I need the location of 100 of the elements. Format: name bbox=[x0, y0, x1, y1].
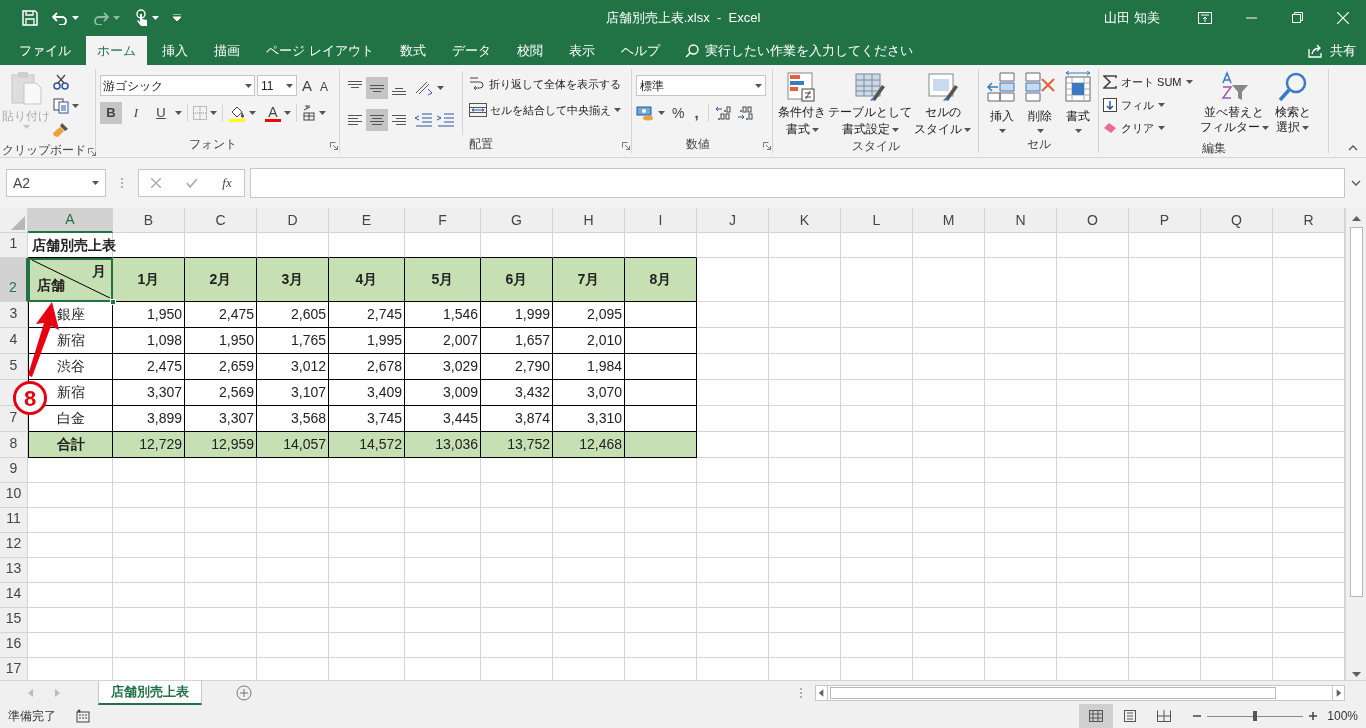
scroll-right-icon[interactable] bbox=[1332, 685, 1344, 700]
caret-icon[interactable] bbox=[1158, 126, 1165, 130]
column-header[interactable]: A bbox=[28, 208, 113, 233]
sheet-tab[interactable]: 店舗別売上表 bbox=[98, 680, 202, 705]
caret-icon[interactable] bbox=[245, 83, 252, 88]
caret-icon[interactable] bbox=[811, 127, 819, 132]
fill-handle[interactable] bbox=[110, 299, 116, 305]
style-button[interactable]: セルの スタイル bbox=[913, 71, 972, 137]
caret-icon[interactable] bbox=[1261, 125, 1269, 130]
slider-thumb[interactable] bbox=[1253, 711, 1258, 721]
format-toggle-button[interactable]: I bbox=[125, 102, 147, 124]
add-sheet-icon[interactable] bbox=[236, 684, 252, 701]
column-header[interactable]: P bbox=[1129, 208, 1201, 233]
ribbon-tab[interactable]: 校閲 bbox=[505, 36, 554, 65]
format-toggle-button[interactable]: U bbox=[150, 102, 172, 124]
copy-icon[interactable] bbox=[53, 98, 69, 114]
column-header[interactable]: J bbox=[697, 208, 769, 233]
caret-icon[interactable] bbox=[658, 111, 665, 116]
caret-icon[interactable] bbox=[286, 83, 293, 88]
caret-icon[interactable] bbox=[152, 15, 159, 20]
increase-indent-icon[interactable] bbox=[436, 113, 454, 127]
column-header[interactable]: Q bbox=[1201, 208, 1273, 233]
undo-icon[interactable] bbox=[52, 10, 68, 25]
scroll-left-icon[interactable] bbox=[816, 685, 828, 700]
horizontal-scrollbar[interactable] bbox=[815, 684, 1345, 701]
font-size-field[interactable]: 11 bbox=[257, 75, 297, 96]
caret-icon[interactable] bbox=[437, 86, 444, 90]
caret-icon[interactable] bbox=[72, 104, 79, 108]
expand-formula-icon[interactable] bbox=[1350, 180, 1361, 186]
grip-icon[interactable] bbox=[799, 686, 803, 699]
format-toggle-button[interactable]: B bbox=[100, 102, 122, 124]
row-header[interactable]: 11 bbox=[0, 508, 28, 533]
close-icon[interactable] bbox=[1337, 11, 1349, 24]
ribbon-display-icon[interactable] bbox=[1198, 11, 1212, 24]
vertical-scrollbar[interactable] bbox=[1345, 208, 1366, 680]
column-header[interactable]: F bbox=[405, 208, 481, 233]
phonetic-guide-icon[interactable] bbox=[302, 105, 316, 121]
view-button[interactable] bbox=[1079, 704, 1114, 728]
shrink-font-button[interactable]: A bbox=[317, 75, 332, 96]
caret-icon[interactable] bbox=[1074, 129, 1082, 133]
ribbon-tab[interactable]: ヘルプ bbox=[609, 36, 671, 65]
column-header[interactable]: G bbox=[481, 208, 553, 233]
column-header[interactable]: O bbox=[1057, 208, 1129, 233]
align-button[interactable] bbox=[366, 77, 388, 99]
caret-icon[interactable] bbox=[614, 108, 621, 112]
cut-icon[interactable] bbox=[53, 74, 69, 90]
caret-icon[interactable] bbox=[1302, 125, 1309, 130]
row-header[interactable]: 3 bbox=[0, 302, 28, 328]
ribbon-tab[interactable]: データ bbox=[440, 36, 502, 65]
tell-me-field[interactable]: 実行したい作業を入力してください bbox=[704, 40, 913, 61]
caret-icon[interactable] bbox=[210, 111, 217, 115]
cell-command-button[interactable]: 挿入 bbox=[983, 71, 1021, 135]
row-header[interactable]: 8 bbox=[0, 432, 28, 458]
row-header[interactable]: 12 bbox=[0, 533, 28, 558]
column-header[interactable]: B bbox=[113, 208, 185, 233]
zoom-level-text[interactable]: 100% bbox=[1327, 707, 1358, 725]
row-header[interactable]: 15 bbox=[0, 608, 28, 633]
column-header[interactable]: N bbox=[985, 208, 1057, 233]
caret-icon[interactable] bbox=[319, 111, 326, 115]
zoom-slider[interactable] bbox=[1207, 711, 1304, 721]
caret-icon[interactable] bbox=[249, 111, 256, 115]
merge-center-button[interactable]: セルを結合して中央揃え bbox=[467, 99, 623, 121]
scrollbar-thumb[interactable] bbox=[1349, 227, 1363, 597]
row-header[interactable]: 9 bbox=[0, 458, 28, 483]
font-name-field[interactable]: 游ゴシック bbox=[100, 75, 255, 96]
decrease-decimal-icon[interactable] bbox=[736, 105, 755, 122]
formula-input-field[interactable] bbox=[250, 168, 1345, 198]
font-color-button[interactable]: A bbox=[265, 104, 281, 122]
share-button[interactable]: 共有 bbox=[1308, 36, 1366, 65]
row-header[interactable]: 1 bbox=[0, 233, 28, 258]
row-header[interactable]: 13 bbox=[0, 558, 28, 583]
scroll-down-icon[interactable] bbox=[1351, 672, 1361, 678]
ribbon-tab[interactable]: ページ レイアウト bbox=[255, 36, 385, 65]
row-header[interactable]: 10 bbox=[0, 483, 28, 508]
ribbon-tab[interactable]: ホーム bbox=[86, 36, 147, 65]
style-button[interactable]: テーブルとして 書式設定 bbox=[827, 71, 913, 137]
row-header[interactable]: 5 bbox=[0, 354, 28, 380]
number-format-field[interactable]: 標準 bbox=[636, 75, 766, 96]
sort-filter-button[interactable]: 並べ替えと フィルター bbox=[1196, 71, 1272, 139]
comma-button[interactable]: , bbox=[691, 102, 702, 125]
find-select-button[interactable]: 検索と 選択 bbox=[1271, 71, 1314, 139]
caret-icon[interactable] bbox=[1158, 103, 1165, 107]
scrollbar-thumb[interactable] bbox=[830, 686, 1276, 699]
dialog-launcher-icon[interactable] bbox=[88, 148, 96, 156]
caret-icon[interactable] bbox=[1185, 80, 1193, 84]
scroll-up-icon[interactable] bbox=[1351, 215, 1361, 221]
collapse-ribbon-icon[interactable] bbox=[1348, 145, 1358, 151]
ribbon-tab[interactable]: ファイル bbox=[8, 36, 82, 65]
caret-icon[interactable] bbox=[175, 111, 182, 115]
restore-icon[interactable] bbox=[1291, 12, 1303, 23]
ribbon-tab[interactable]: 描画 bbox=[203, 36, 251, 65]
ribbon-tab[interactable]: 表示 bbox=[557, 36, 606, 65]
format-painter-icon[interactable] bbox=[53, 122, 69, 138]
cell-command-button[interactable]: 削除 bbox=[1021, 71, 1059, 135]
touch-mode-icon[interactable] bbox=[134, 9, 148, 26]
clear-button[interactable]: クリア bbox=[1103, 117, 1193, 139]
increase-decimal-icon[interactable] bbox=[714, 105, 733, 122]
minimize-icon[interactable] bbox=[1245, 16, 1257, 19]
decrease-indent-icon[interactable] bbox=[414, 113, 432, 127]
caret-icon[interactable] bbox=[964, 127, 971, 132]
